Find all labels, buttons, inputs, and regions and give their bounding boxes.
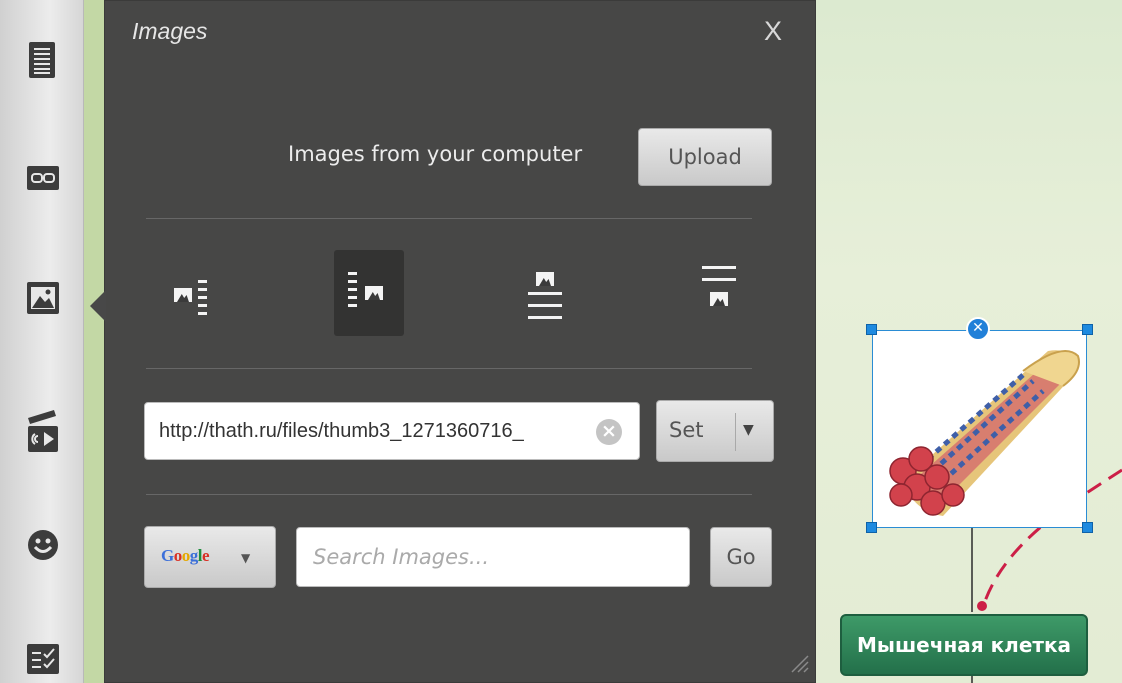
layout-image-right-icon[interactable] [334,250,404,336]
remove-image-icon[interactable]: ✕ [966,317,990,341]
task-icon[interactable] [26,640,59,674]
resize-handle[interactable] [866,522,877,533]
mindmap-canvas[interactable]: ✕ Мышечная клетка [816,0,1122,683]
google-logo: Google [161,546,210,565]
set-button[interactable]: Set ▼ [656,400,774,462]
clear-icon[interactable]: × [596,419,622,445]
go-button[interactable]: Go [710,527,772,587]
layout-image-left-icon[interactable] [158,250,228,336]
resize-handle[interactable] [1082,522,1093,533]
resize-grip-icon[interactable] [786,650,810,674]
chevron-down-icon[interactable]: ▼ [743,422,754,438]
divider [146,368,752,369]
layout-image-top-icon[interactable] [510,250,580,336]
upload-label: Images from your computer [288,142,583,166]
resize-handle[interactable] [1082,324,1093,335]
selected-image[interactable] [872,330,1087,528]
images-panel: Images X Images from your computer Uploa… [104,0,816,683]
muscle-fiber-image [873,331,1086,527]
image-icon[interactable] [26,280,59,314]
panel-title: Images [132,18,208,44]
left-toolbar [0,0,84,683]
link-icon[interactable] [26,162,59,194]
divider [735,413,736,451]
image-url-value[interactable]: http://thath.ru/files/thumb3_1271360716_ [159,420,599,443]
divider [146,494,752,495]
set-label: Set [669,418,704,442]
layout-image-bottom-icon[interactable] [686,250,756,336]
image-url-field[interactable]: http://thath.ru/files/thumb3_1271360716_… [144,402,640,460]
background-strip [84,0,104,683]
notes-icon[interactable] [26,40,58,78]
chevron-down-icon[interactable]: ▼ [241,551,250,565]
search-input[interactable] [296,527,690,587]
panel-pointer [90,290,106,322]
resize-handle[interactable] [866,324,877,335]
video-icon[interactable] [26,408,58,452]
smiley-icon[interactable] [26,528,58,560]
close-button[interactable]: X [764,16,782,47]
divider [146,218,752,219]
search-engine-select[interactable]: Google ▼ [144,526,276,588]
mindmap-node[interactable]: Мышечная клетка [840,614,1088,676]
upload-button[interactable]: Upload [638,128,772,186]
